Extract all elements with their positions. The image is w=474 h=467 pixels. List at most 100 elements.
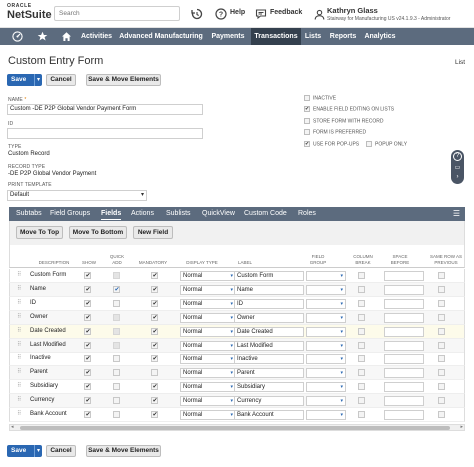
inactive-checkbox-row[interactable]: INACTIVE [304,95,336,101]
drag-handle-icon[interactable]: ⠿ [17,314,21,321]
column-break-checkbox[interactable] [358,411,365,418]
show-checkbox[interactable] [84,299,91,307]
field-group-select[interactable]: ▾ [306,340,346,351]
label-input[interactable]: Custom Form [234,271,304,281]
table-row[interactable]: ⠿Bank AccountNormal▾Bank Account▾ [9,408,465,422]
display-type-select[interactable]: Normal ▾ [180,368,236,379]
quick-add-checkbox[interactable] [113,383,120,391]
store-form-row[interactable]: STORE FORM WITH RECORD [304,118,383,124]
display-type-select[interactable]: Normal ▾ [180,396,236,407]
space-before-input[interactable] [384,368,424,379]
nav-activities[interactable]: Activities [77,28,116,45]
quick-add-checkbox[interactable] [113,369,120,377]
show-checkbox[interactable] [84,369,91,377]
help-icon[interactable]: ? [215,8,227,20]
table-row[interactable]: ⠿Last ModifiedNormal▾Last Modified▾ [9,338,465,353]
table-row[interactable]: ⠿NameNormal▾Name▾ [9,282,465,297]
field-group-select[interactable]: ▾ [306,284,346,295]
label-input[interactable]: Subsidiary [234,382,304,393]
quick-add-checkbox[interactable] [113,327,120,335]
table-row[interactable]: ⠿SubsidiaryNormal▾Subsidiary▾ [9,380,465,395]
label-input[interactable]: Parent [234,368,304,379]
space-before-input[interactable] [384,396,424,407]
field-group-select[interactable]: ▾ [306,298,346,309]
column-break-checkbox[interactable] [358,327,365,335]
save-button[interactable]: Save ▾ [7,74,42,86]
drag-handle-icon[interactable]: ⠿ [17,397,21,404]
label-input[interactable]: Inactive [234,354,304,365]
show-checkbox[interactable] [84,397,91,405]
space-before-input[interactable] [384,312,424,323]
tab-quickview[interactable]: QuickView [202,207,235,221]
horizontal-scrollbar[interactable]: ◂ ▸ [9,424,465,431]
move-to-top-button[interactable]: Move To Top [16,226,63,239]
show-checkbox[interactable] [84,383,91,391]
label-input[interactable]: Owner [234,312,304,323]
tab-roles[interactable]: Roles [298,207,316,221]
mandatory-checkbox[interactable] [151,341,158,349]
show-checkbox[interactable] [84,327,91,335]
quick-add-checkbox[interactable] [113,397,120,405]
feedback-icon[interactable] [255,8,267,20]
column-break-checkbox[interactable] [358,285,365,293]
field-group-select[interactable]: ▾ [306,271,346,281]
nav-analytics[interactable]: Analytics [362,28,398,45]
space-before-input[interactable] [384,340,424,351]
nav-advanced-manufacturing[interactable]: Advanced Manufacturing [118,28,204,45]
table-row[interactable]: ⠿Date CreatedNormal▾Date Created▾ [9,324,465,339]
show-checkbox[interactable] [84,341,91,349]
quick-add-checkbox[interactable] [113,272,120,279]
display-type-select[interactable]: Normal ▾ [180,326,236,337]
field-group-select[interactable]: ▾ [306,326,346,337]
display-type-select[interactable]: Normal ▾ [180,271,236,281]
tab-subtabs[interactable]: Subtabs [16,207,42,221]
column-break-checkbox[interactable] [358,383,365,391]
new-field-button[interactable]: New Field [133,226,173,239]
inactive-checkbox[interactable] [304,95,310,101]
save-and-move-elements-button-bottom[interactable]: Save & Move Elements [86,445,161,457]
mandatory-checkbox[interactable] [151,355,158,363]
list-link[interactable]: List [455,59,465,66]
global-search-input[interactable] [54,6,180,21]
display-type-select[interactable]: Normal ▾ [180,340,236,351]
dashboard-icon[interactable] [8,28,26,45]
space-before-input[interactable] [384,354,424,365]
quick-add-checkbox[interactable] [113,341,120,349]
menu-icon[interactable]: ☰ [453,210,460,218]
mandatory-checkbox[interactable] [151,397,158,405]
drag-handle-icon[interactable]: ⠿ [17,342,21,349]
same-row-checkbox[interactable] [438,411,445,418]
feedback-link[interactable]: Feedback [270,9,302,16]
label-input[interactable]: Currency [234,396,304,407]
mandatory-checkbox[interactable] [151,327,158,335]
mandatory-checkbox[interactable] [151,285,158,293]
same-row-checkbox[interactable] [438,397,445,405]
field-group-select[interactable]: ▾ [306,368,346,379]
space-before-input[interactable] [384,382,424,393]
collapse-icon[interactable]: › [454,174,461,181]
name-field[interactable]: Custom -DE P2P Global Vendor Payment For… [7,104,203,115]
quick-add-checkbox[interactable] [113,355,120,363]
cancel-button-bottom[interactable]: Cancel [46,445,76,457]
use-popups-checkbox[interactable] [304,141,310,147]
mandatory-checkbox[interactable] [151,411,158,418]
table-row[interactable]: ⠿OwnerNormal▾Owner▾ [9,310,465,325]
save-button-bottom[interactable]: Save ▾ [7,445,42,457]
column-break-checkbox[interactable] [358,272,365,279]
column-break-checkbox[interactable] [358,369,365,377]
mandatory-checkbox[interactable] [151,272,158,279]
display-type-select[interactable]: Normal ▾ [180,354,236,365]
label-input[interactable]: Name [234,284,304,295]
user-name[interactable]: Kathryn Glass [327,6,378,15]
column-break-checkbox[interactable] [358,397,365,405]
column-break-checkbox[interactable] [358,299,365,307]
show-checkbox[interactable] [84,411,91,418]
form-preferred-row[interactable]: FORM IS PREFERRED [304,129,366,135]
form-preferred-checkbox[interactable] [304,129,310,135]
chevron-down-icon[interactable]: ▾ [34,74,42,86]
label-input[interactable]: Date Created [234,326,304,337]
drag-handle-icon[interactable]: ⠿ [17,355,21,362]
save-and-move-elements-button[interactable]: Save & Move Elements [86,74,161,86]
nav-lists[interactable]: Lists [302,28,324,45]
user-icon[interactable] [313,9,325,21]
